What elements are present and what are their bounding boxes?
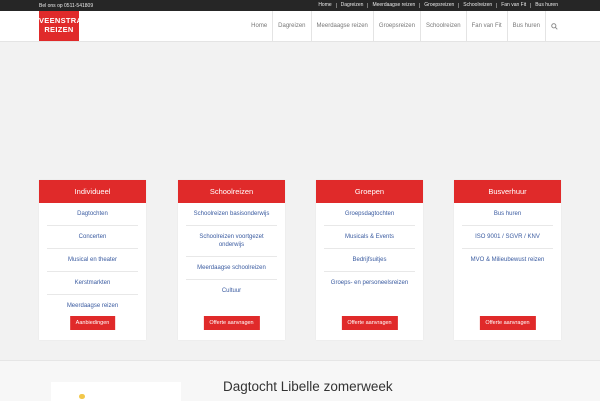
card-link[interactable]: MVO & Milieubewust reizen [462, 249, 553, 271]
nav-fan-van-fit[interactable]: Fan van Fit [465, 11, 507, 41]
offerte-aanvragen-button[interactable]: Offerte aanvragen [341, 316, 398, 330]
card-link[interactable]: Kerstmarkten [47, 272, 138, 295]
logo-line-1: VEENSTRA [39, 16, 83, 25]
card-busverhuur: Busverhuur Bus huren ISO 9001 / SGVR / K… [454, 180, 561, 340]
card-title: Schoolreizen [178, 180, 285, 203]
card-link[interactable]: Musical en theater [47, 249, 138, 272]
card-link[interactable]: Schoolreizen basisonderwijs [186, 203, 277, 226]
top-nav-schoolreizen[interactable]: Schoolreizen [458, 3, 496, 8]
card-title: Busverhuur [454, 180, 561, 203]
nav-groepsreizen[interactable]: Groepsreizen [372, 11, 420, 41]
card-schoolreizen: Schoolreizen Schoolreizen basisonderwijs… [178, 180, 285, 340]
card-link[interactable]: Concerten [47, 226, 138, 249]
featured-title[interactable]: Dagtocht Libelle zomerweek [223, 379, 393, 394]
site-header: VEENSTRA REIZEN Home Dagreizen Meerdaags… [0, 11, 600, 42]
top-bar: Bel ons op 0511-541809 Home Dagreizen Me… [0, 0, 600, 11]
card-link[interactable]: Groeps- en personeelsreizen [324, 272, 415, 294]
logo-line-2: REIZEN [44, 25, 74, 34]
nav-dagreizen[interactable]: Dagreizen [272, 11, 310, 41]
sun-icon [79, 394, 85, 399]
top-nav-dagreizen[interactable]: Dagreizen [335, 3, 368, 8]
top-nav-home[interactable]: Home [314, 3, 335, 8]
card-title: Individueel [39, 180, 146, 203]
top-nav-meerdaagse-reizen[interactable]: Meerdaagse reizen [367, 3, 419, 8]
card-individueel: Individueel Dagtochten Concerten Musical… [39, 180, 146, 340]
nav-schoolreizen[interactable]: Schoolreizen [419, 11, 466, 41]
nav-meerdaagse-reizen[interactable]: Meerdaagse reizen [310, 11, 373, 41]
card-link[interactable]: Meerdaagse schoolreizen [186, 257, 277, 280]
phone-number: Bel ons op 0511-541809 [39, 3, 94, 9]
top-nav-groepsreizen[interactable]: Groepsreizen [419, 3, 458, 8]
card-link[interactable]: Groepsdagtochten [324, 203, 415, 226]
card-link[interactable]: Cultuur [186, 280, 277, 302]
nav-bus-huren[interactable]: Bus huren [506, 11, 545, 41]
nav-home[interactable]: Home [246, 11, 272, 41]
card-link[interactable]: Meerdaagse reizen [47, 295, 138, 317]
top-nav: Home Dagreizen Meerdaagse reizen Groepsr… [314, 3, 562, 8]
offerte-aanvragen-button[interactable]: Offerte aanvragen [479, 316, 536, 330]
featured-section: Dagtocht Libelle zomerweek [0, 360, 600, 401]
brand-logo[interactable]: VEENSTRA REIZEN [39, 11, 83, 41]
card-link[interactable]: Bus huren [462, 203, 553, 226]
featured-image[interactable] [51, 382, 181, 401]
card-link[interactable]: Dagtochten [47, 203, 138, 226]
card-title: Groepen [316, 180, 423, 203]
aanbiedingen-button[interactable]: Aanbiedingen [69, 316, 116, 330]
search-icon[interactable] [545, 11, 562, 41]
top-nav-bus-huren[interactable]: Bus huren [530, 3, 562, 8]
card-link[interactable]: Musicals & Events [324, 226, 415, 249]
card-link[interactable]: Schoolreizen voortgezet onderwijs [186, 226, 277, 257]
offerte-aanvragen-button[interactable]: Offerte aanvragen [203, 316, 260, 330]
card-groepen: Groepen Groepsdagtochten Musicals & Even… [316, 180, 423, 340]
main-nav: Home Dagreizen Meerdaagse reizen Groepsr… [246, 11, 562, 41]
card-link[interactable]: ISO 9001 / SGVR / KNV [462, 226, 553, 249]
card-link[interactable]: Bedrijfsuitjes [324, 249, 415, 272]
top-nav-fan-van-fit[interactable]: Fan van Fit [496, 3, 530, 8]
